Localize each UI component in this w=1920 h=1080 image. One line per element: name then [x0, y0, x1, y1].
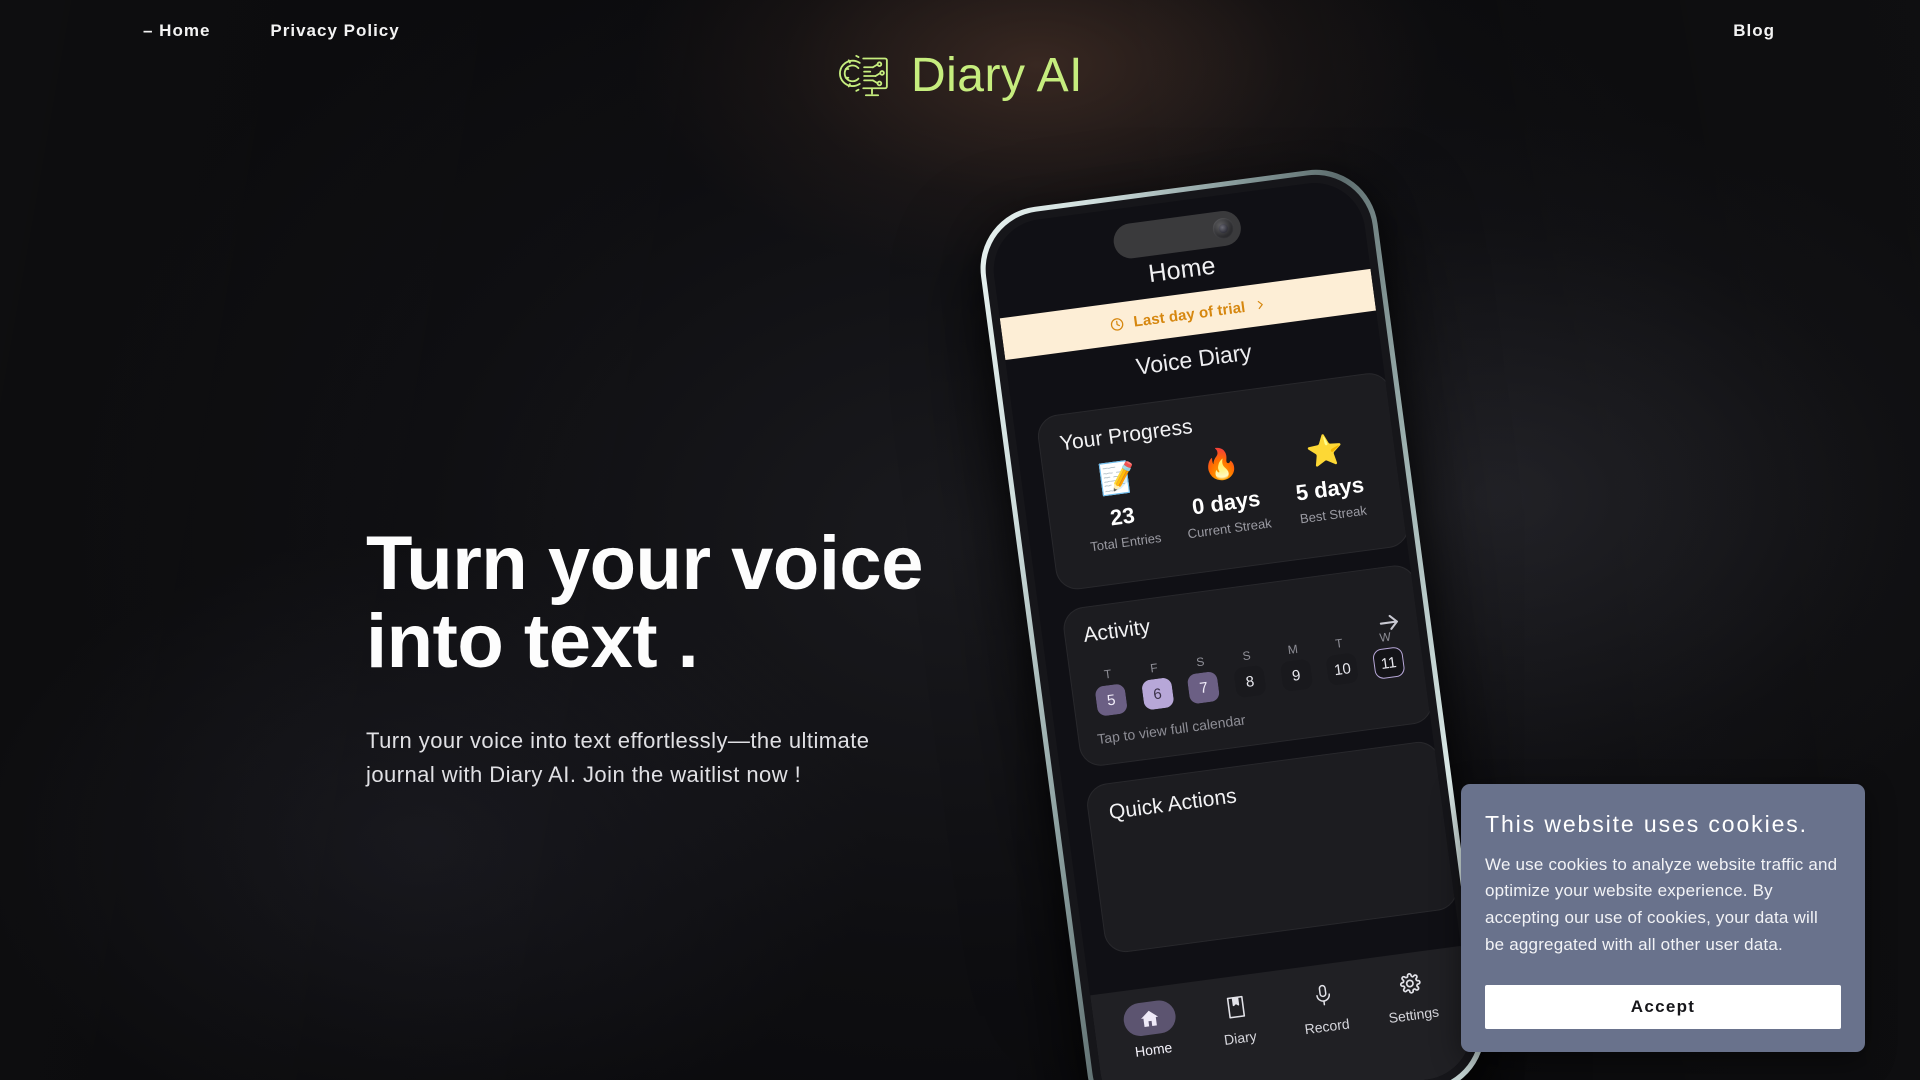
day-letter: S	[1195, 654, 1206, 670]
camera-icon	[1211, 216, 1236, 241]
memo-icon: 📝	[1096, 459, 1139, 498]
stat-label: Best Streak	[1298, 502, 1368, 526]
home-icon	[1121, 998, 1178, 1039]
top-navigation: – Home Privacy Policy Blog	[0, 0, 1920, 62]
nav-link-blog[interactable]: Blog	[1733, 21, 1775, 40]
stat-value: 0 days	[1190, 485, 1262, 519]
star-icon: ⭐	[1304, 432, 1346, 470]
day-number[interactable]: 7	[1186, 670, 1221, 705]
activity-day[interactable]: S 8	[1229, 647, 1269, 699]
stat-label: Total Entries	[1089, 529, 1163, 554]
day-number[interactable]: 8	[1233, 664, 1267, 699]
hero-section: Turn your voice into text . Turn your voi…	[366, 525, 1006, 792]
tab-diary[interactable]: Diary	[1191, 985, 1285, 1052]
day-number[interactable]: 9	[1279, 658, 1314, 693]
trial-banner-text: Last day of trial	[1132, 298, 1247, 331]
tab-label: Settings	[1387, 1003, 1440, 1027]
nav-link-privacy-policy[interactable]: Privacy Policy	[270, 21, 399, 41]
stat-value: 5 days	[1294, 471, 1366, 506]
day-letter: M	[1286, 641, 1299, 658]
activity-day[interactable]: W 11	[1367, 628, 1407, 680]
gear-icon	[1382, 964, 1438, 1004]
day-letter: S	[1241, 648, 1252, 664]
nav-links-group: – Home Privacy Policy	[143, 21, 400, 41]
tab-label: Record	[1303, 1015, 1351, 1038]
cookie-banner-body: We use cookies to analyze website traffi…	[1485, 854, 1838, 955]
phone-mockup: Home Last day of trial Voice Diary Your …	[943, 158, 1529, 1080]
nav-right-group: Blog	[1733, 21, 1775, 41]
hero-paragraph: Turn your voice into text effortlessly—t…	[366, 728, 870, 788]
accept-cookies-button[interactable]: Accept	[1485, 985, 1841, 1029]
day-number[interactable]: 10	[1325, 652, 1360, 686]
activity-day[interactable]: F 6	[1136, 659, 1176, 711]
day-number[interactable]: 6	[1140, 676, 1175, 711]
tab-settings[interactable]: Settings	[1364, 961, 1458, 1028]
stat-current-streak: 🔥 0 days Current Streak	[1167, 443, 1282, 543]
hero-heading-line1: Turn your voice	[366, 521, 923, 606]
book-icon	[1208, 987, 1264, 1027]
bottom-tab-bar: Home Diary Record Settings	[1090, 945, 1478, 1080]
cookie-consent-banner: This website uses cookies. We use cookie…	[1461, 783, 1865, 1052]
tab-record[interactable]: Record	[1277, 973, 1371, 1040]
hero-heading: Turn your voice into text .	[366, 525, 1006, 680]
activity-day[interactable]: M 9	[1275, 640, 1315, 693]
nav-link-home[interactable]: – Home	[143, 21, 210, 41]
day-letter: T	[1103, 666, 1113, 682]
tab-label: Home	[1133, 1039, 1174, 1060]
cookie-banner-title: This website uses cookies.	[1485, 810, 1808, 837]
activity-day[interactable]: T 10	[1321, 634, 1361, 686]
quick-actions-title: Quick Actions	[1107, 784, 1239, 825]
stat-value: 23	[1108, 501, 1137, 530]
phone-bezel: Home Last day of trial Voice Diary Your …	[978, 167, 1487, 1080]
phone-screen: Home Last day of trial Voice Diary Your …	[987, 176, 1478, 1080]
phone-frame: Home Last day of trial Voice Diary Your …	[972, 162, 1493, 1080]
day-letter: W	[1378, 629, 1392, 645]
activity-day[interactable]: S 7	[1183, 653, 1223, 705]
chevron-right-icon	[1257, 300, 1263, 310]
hero-heading-line2: into text .	[366, 598, 699, 684]
stat-best-streak: ⭐ 5 days Best Streak	[1271, 429, 1386, 529]
day-number[interactable]: 11	[1371, 646, 1406, 680]
stat-total-entries: 📝 23 Total Entries	[1063, 456, 1178, 556]
day-letter: T	[1334, 635, 1344, 651]
progress-card: Your Progress 📝 23 Total Entries 🔥 0 day…	[1035, 370, 1412, 593]
quick-actions-card: Quick Actions	[1084, 739, 1460, 955]
fire-icon: 🔥	[1200, 446, 1242, 484]
activity-card[interactable]: Activity T 5 F 6 S 7 S 8 M 9 T 10 W 11 T…	[1060, 562, 1435, 769]
day-letter: F	[1149, 660, 1159, 676]
activity-card-title: Activity	[1081, 615, 1152, 648]
page-root: – Home Privacy Policy Blog Diary AI Turn…	[0, 0, 1920, 1080]
tab-home[interactable]: Home	[1104, 996, 1198, 1063]
clock-icon	[1111, 317, 1124, 331]
mic-icon	[1295, 975, 1351, 1015]
day-number[interactable]: 5	[1094, 683, 1129, 717]
tab-label: Diary	[1223, 1027, 1258, 1048]
activity-day[interactable]: T 5	[1090, 665, 1130, 717]
